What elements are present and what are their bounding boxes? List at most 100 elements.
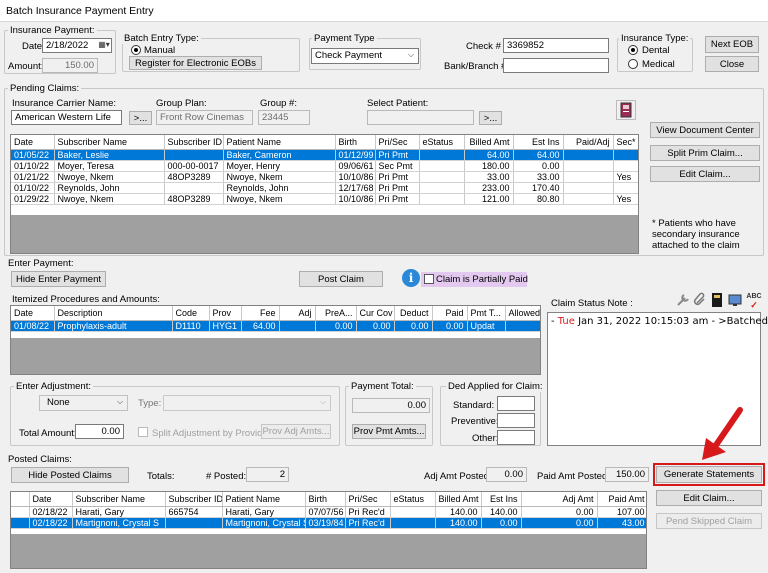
- posted-claim-row[interactable]: 02/18/22 Harati, Gary 665754 Harati, Gary 07…: [11, 506, 646, 518]
- procedure-column-header[interactable]: PreA...: [315, 306, 357, 321]
- medical-radio[interactable]: [628, 59, 638, 69]
- posted-claim-cell: 02/18/22: [29, 517, 73, 529]
- posted-claim-column-header[interactable]: Pri/Sec: [345, 492, 391, 507]
- procedure-column-header[interactable]: Description: [54, 306, 173, 321]
- posted-claim-cell: Martignoni, Crystal S: [72, 517, 166, 529]
- note-book-icon[interactable]: [710, 292, 724, 308]
- posted-claims-grid[interactable]: Date Subscriber Name Subscriber ID Patient …: [10, 491, 647, 569]
- procedure-cell: 0.00: [315, 320, 357, 332]
- total-amount-input[interactable]: 0.00: [75, 424, 124, 439]
- posted-claim-column-header[interactable]: eStatus: [390, 492, 436, 507]
- hide-posted-claims-button[interactable]: Hide Posted Claims: [11, 467, 129, 483]
- preventive-ded-input[interactable]: [497, 413, 535, 428]
- procedure-column-header[interactable]: Cur Cov: [356, 306, 395, 321]
- payment-date-picker[interactable]: 2/18/2022 ▦▾: [42, 38, 112, 53]
- procedure-column-header[interactable]: Pmt T...: [467, 306, 506, 321]
- wrench-icon[interactable]: [675, 292, 691, 308]
- pending-claim-cell: [164, 182, 224, 194]
- posted-claim-column-header[interactable]: Paid Amt: [597, 492, 646, 507]
- posted-claim-column-header[interactable]: Date: [29, 492, 73, 507]
- procedure-column-header[interactable]: Fee: [241, 306, 280, 321]
- posted-claim-column-header[interactable]: Subscriber Name: [72, 492, 166, 507]
- posted-claim-column-header[interactable]: Adj Amt: [521, 492, 598, 507]
- edit-claim-button[interactable]: Edit Claim...: [650, 166, 760, 182]
- register-eobs-button[interactable]: Register for Electronic EOBs: [129, 56, 262, 70]
- pending-claim-column-header[interactable]: Birth: [335, 135, 376, 150]
- pending-claim-column-header[interactable]: Date: [11, 135, 55, 150]
- calendar-dropdown-icon[interactable]: ▦▾: [98, 40, 110, 51]
- procedure-row[interactable]: 01/08/22 Prophylaxis-adult D1110 HYG1 64.00 0…: [11, 320, 540, 332]
- posted-claim-column-header[interactable]: Birth: [305, 492, 346, 507]
- pending-claim-column-header[interactable]: Est Ins: [513, 135, 564, 150]
- pending-claim-column-header[interactable]: Patient Name: [223, 135, 336, 150]
- bank-branch-input[interactable]: [503, 58, 609, 73]
- posted-claim-row[interactable]: 02/18/22 Martignoni, Crystal S Martignoni,…: [11, 517, 646, 529]
- pending-claim-column-header[interactable]: Pri/Sec: [375, 135, 420, 150]
- carrier-input[interactable]: American Western Life: [11, 110, 122, 125]
- posted-claim-column-header[interactable]: Patient Name: [222, 492, 306, 507]
- split-prim-claim-button[interactable]: Split Prim Claim...: [650, 145, 760, 161]
- posted-claim-cell: 43.00: [597, 517, 646, 529]
- pending-claim-cell: Baker, Cameron: [223, 149, 336, 161]
- partially-paid-checkbox[interactable]: [424, 274, 434, 284]
- pending-claim-column-header[interactable]: Sec*: [613, 135, 638, 150]
- manual-radio[interactable]: [131, 45, 141, 55]
- pending-claim-row[interactable]: 01/10/22 Moyer, Teresa 000-00-0017 Moyer, H…: [11, 160, 638, 172]
- pending-claim-row[interactable]: 01/21/22 Nwoye, Nkem 48OP3289 Nwoye, Nkem 10…: [11, 171, 638, 183]
- paperclip-icon[interactable]: [692, 292, 708, 308]
- prov-pmt-amts-button[interactable]: Prov Pmt Amts...: [352, 424, 426, 439]
- info-icon[interactable]: i: [402, 269, 420, 287]
- carrier-picker-button[interactable]: >...: [129, 111, 152, 125]
- payment-type-select[interactable]: Check Payment ⌵: [311, 48, 419, 64]
- procedure-column-header[interactable]: Code: [172, 306, 210, 321]
- posted-claim-cell: [390, 506, 436, 518]
- patient-picker-button[interactable]: >...: [479, 111, 502, 125]
- procedure-column-header[interactable]: Paid: [432, 306, 468, 321]
- enter-adjustment-label: Enter Adjustment:: [14, 381, 93, 392]
- pending-claim-row[interactable]: 01/05/22 Baker, Leslie Baker, Cameron 01/12…: [11, 149, 638, 161]
- monitor-icon[interactable]: [728, 292, 742, 308]
- pending-claim-column-header[interactable]: Subscriber ID: [164, 135, 224, 150]
- generate-statements-button[interactable]: Generate Statements: [653, 463, 765, 486]
- posted-claim-column-header[interactable]: Subscriber ID: [165, 492, 223, 507]
- posted-claim-column-header[interactable]: Billed Amt: [435, 492, 482, 507]
- edit-posted-claim-button[interactable]: Edit Claim...: [656, 490, 762, 506]
- procedure-cell: 64.00: [241, 320, 280, 332]
- hide-enter-payment-button[interactable]: Hide Enter Payment: [11, 271, 106, 287]
- procedure-column-header[interactable]: Prov: [209, 306, 242, 321]
- posted-claim-column-header[interactable]: Est Ins: [481, 492, 522, 507]
- pending-claim-row[interactable]: 01/29/22 Nwoye, Nkem 48OP3289 Nwoye, Nkem 10…: [11, 193, 638, 205]
- pending-claim-cell: [613, 160, 638, 172]
- itemized-procedures-grid[interactable]: Date Description Code Prov Fee Adj PreA... Cur …: [10, 305, 541, 375]
- adjustment-select[interactable]: None ⌵: [39, 395, 128, 411]
- procedure-column-header[interactable]: Deduct: [394, 306, 433, 321]
- pending-claim-cell: Pri Pmt: [375, 193, 420, 205]
- pending-claim-cell: 170.40: [513, 182, 564, 194]
- spell-check-icon[interactable]: ABC ✓: [746, 292, 762, 310]
- pending-claims-grid[interactable]: Date Subscriber Name Subscriber ID Patient …: [10, 134, 639, 254]
- procedure-column-header[interactable]: Allowed: [505, 306, 540, 321]
- pending-claim-row[interactable]: 01/10/22 Reynolds, John Reynolds, John 12/1…: [11, 182, 638, 194]
- document-center-icon[interactable]: [616, 100, 636, 120]
- check-number-input[interactable]: 3369852: [503, 38, 609, 53]
- bank-branch-label: Bank/Branch #: [444, 61, 507, 72]
- itemized-label: Itemized Procedures and Amounts:: [12, 294, 160, 305]
- pending-claim-cell: 10/10/86: [335, 193, 376, 205]
- next-eob-button[interactable]: Next EOB: [705, 36, 759, 53]
- post-claim-button[interactable]: Post Claim: [299, 271, 383, 287]
- procedure-column-header[interactable]: Date: [11, 306, 55, 321]
- standard-ded-input[interactable]: [497, 396, 535, 411]
- pending-claim-cell: 48OP3289: [164, 193, 224, 205]
- pending-claim-column-header[interactable]: Billed Amt: [464, 135, 514, 150]
- group-number-field: 23445: [258, 110, 310, 125]
- pending-claim-column-header[interactable]: Paid/Adj: [563, 135, 614, 150]
- pending-claim-column-header[interactable]: Subscriber Name: [54, 135, 165, 150]
- close-button[interactable]: Close: [705, 56, 759, 72]
- other-ded-input[interactable]: [497, 430, 535, 445]
- procedure-column-header[interactable]: Adj: [279, 306, 316, 321]
- dental-radio[interactable]: [628, 45, 638, 55]
- pending-claim-cell: 80.80: [513, 193, 564, 205]
- pending-claim-column-header[interactable]: eStatus: [419, 135, 465, 150]
- view-document-center-button[interactable]: View Document Center: [650, 122, 760, 138]
- posted-claim-cell: 140.00: [481, 506, 522, 518]
